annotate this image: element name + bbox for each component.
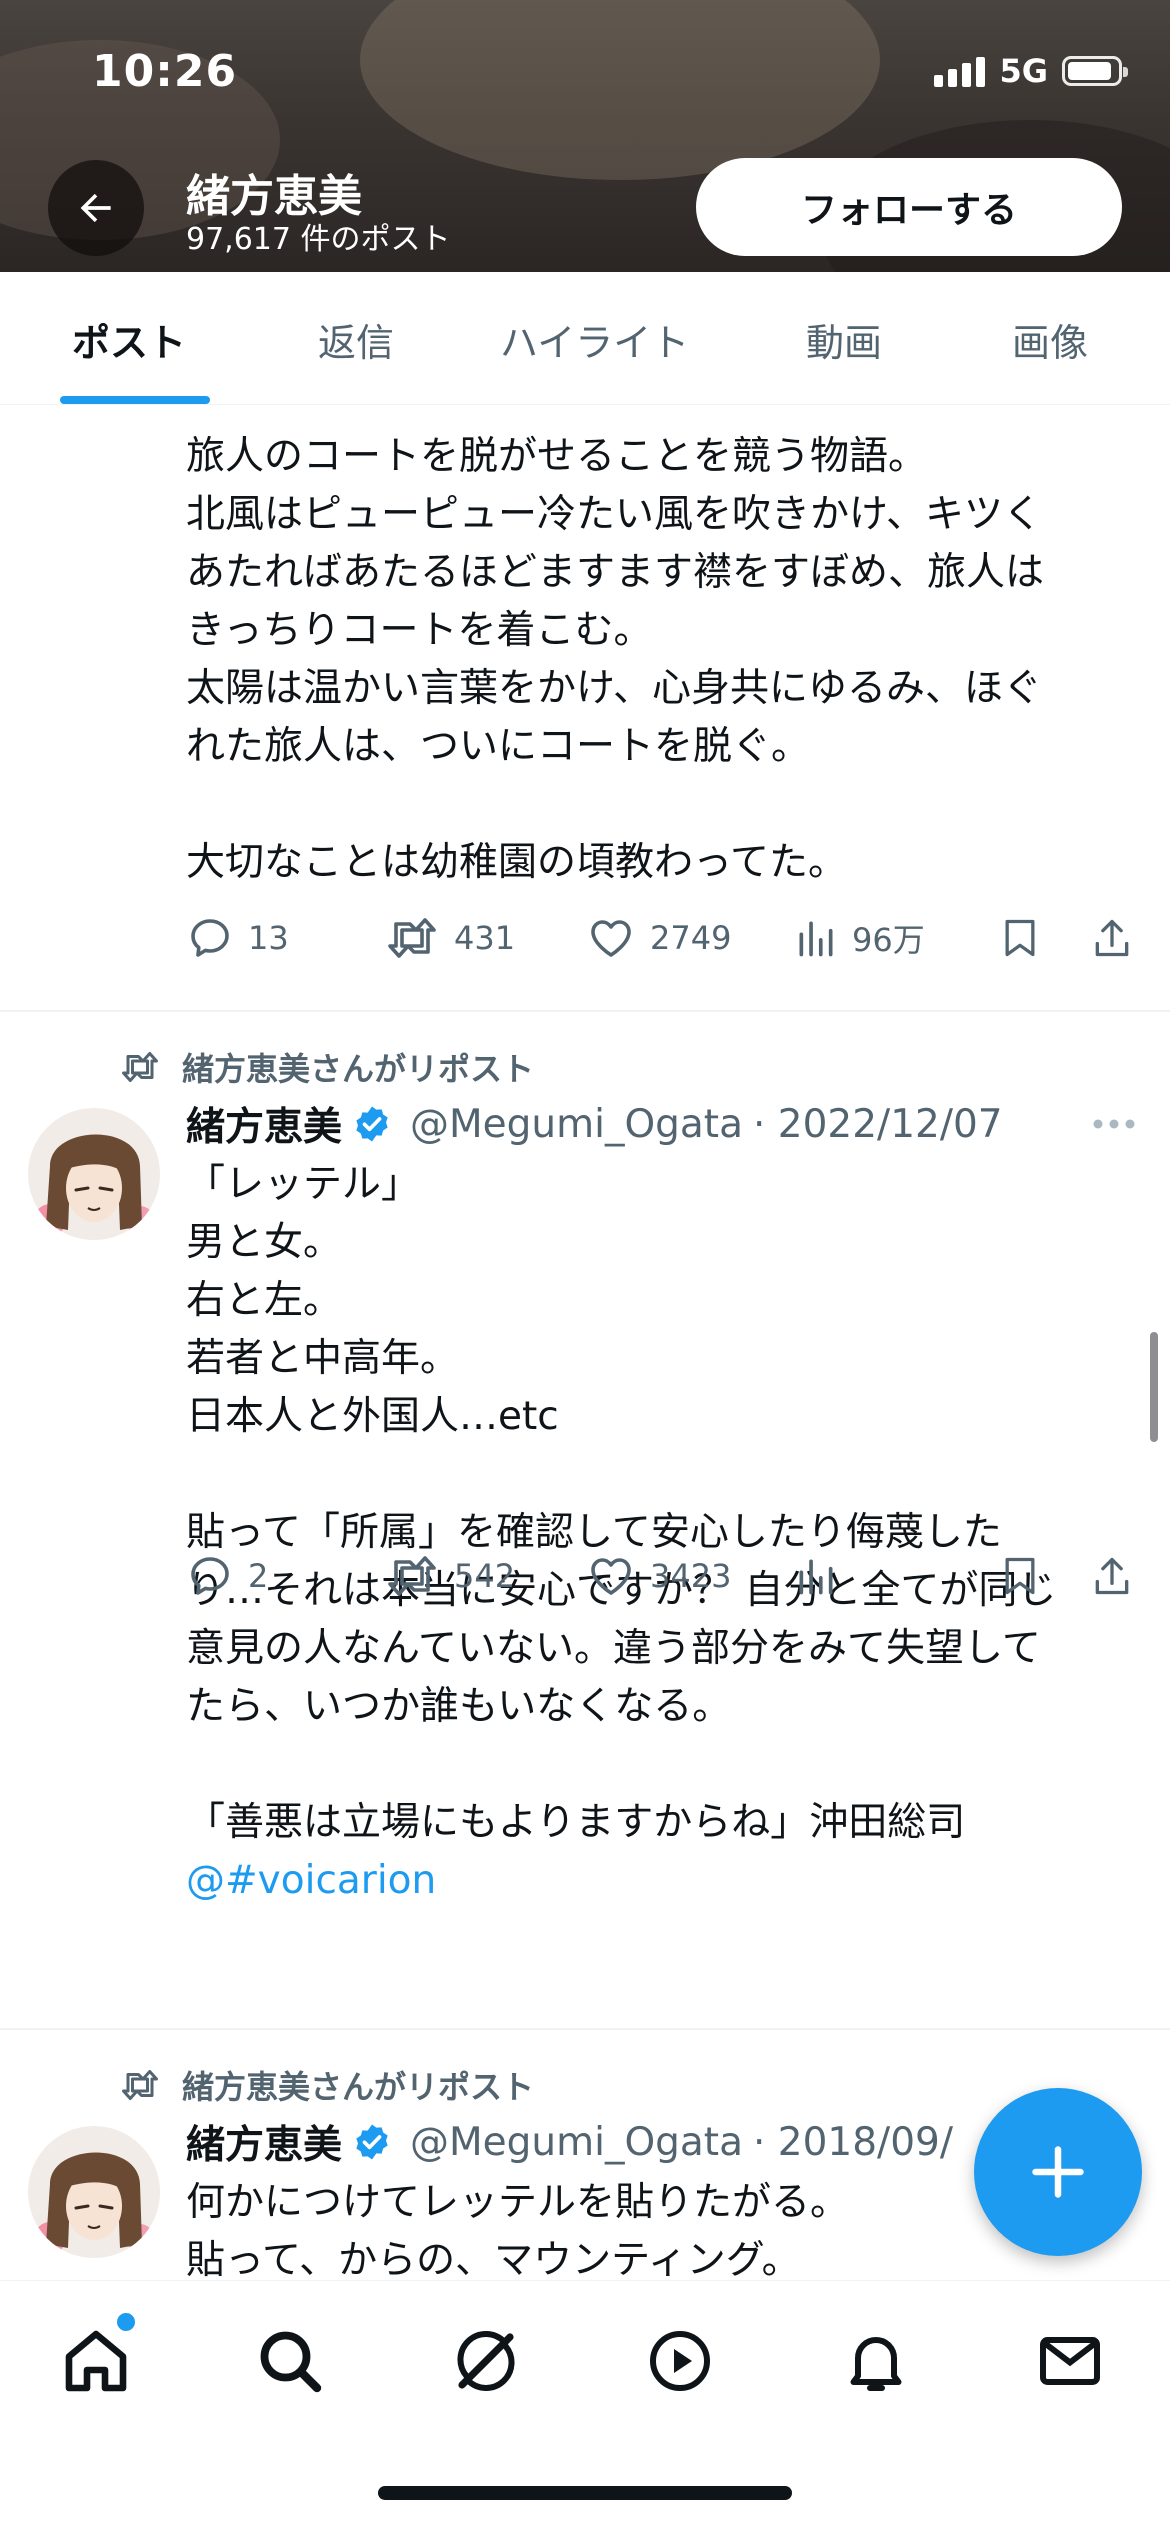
share-icon <box>1095 1557 1129 1595</box>
repost-button[interactable]: 431 <box>384 914 515 962</box>
views-count: 96万 <box>852 921 925 959</box>
share-icon <box>1095 919 1129 957</box>
repost-icon <box>388 918 436 958</box>
nav-messages[interactable] <box>1030 2321 1110 2401</box>
repost-count: 431 <box>454 919 516 957</box>
follow-button[interactable]: フォローする <box>696 158 1122 256</box>
hashtag-link[interactable]: #voicarion <box>225 1858 436 1903</box>
active-tab-indicator <box>60 396 210 404</box>
tweet-actions: 2 542 3423 <box>186 1552 1129 1612</box>
verified-badge-icon <box>356 1106 388 1142</box>
bar-chart-icon <box>799 921 833 957</box>
tweet-text: 「レッテル」 男と女。 右と左。 若者と中高年。 日本人と外国人…etc 貼って… <box>186 1156 1126 1910</box>
nav-video[interactable] <box>640 2321 720 2401</box>
tab-replies[interactable]: 返信 <box>318 312 394 367</box>
signal-icon <box>934 55 986 87</box>
share-button[interactable] <box>1090 1552 1134 1600</box>
arrow-left-icon <box>80 193 111 223</box>
repost-icon <box>122 2070 158 2100</box>
profile-tabs: ポスト 返信 ハイライト 動画 画像 <box>0 272 1170 405</box>
nav-grok[interactable] <box>446 2321 526 2401</box>
tweet-author-line: 緒方恵美 @Megumi_Ogata · 2022/12/07 <box>186 1096 1003 1152</box>
reply-count: 13 <box>248 919 289 957</box>
speech-bubble-icon <box>191 919 229 957</box>
author-name[interactable]: 緒方恵美 <box>186 1096 342 1152</box>
repost-indicator: 緒方恵美さんがリポスト <box>118 2062 534 2108</box>
avatar[interactable] <box>28 1108 160 1240</box>
more-options-button[interactable] <box>1090 1114 1138 1138</box>
mention-prefix[interactable]: @ <box>186 1858 225 1903</box>
author-handle[interactable]: @Megumi_Ogata <box>410 2120 743 2165</box>
repost-icon <box>122 1052 158 1082</box>
like-count: 3423 <box>650 1557 732 1595</box>
network-type: 5G <box>999 52 1048 90</box>
views-button[interactable] <box>794 1552 838 1600</box>
grok-icon <box>457 2331 515 2391</box>
tweet-actions: 13 431 2749 96万 <box>186 914 1129 974</box>
avatar[interactable] <box>28 2126 160 2258</box>
scrollbar[interactable] <box>1150 1332 1158 1442</box>
search-icon <box>260 2331 322 2393</box>
bookmark-button[interactable] <box>998 1552 1042 1600</box>
repost-indicator: 緒方恵美さんがリポスト <box>118 1044 534 1090</box>
like-button[interactable]: 2749 <box>586 914 731 962</box>
tweet-date[interactable]: · 2022/12/07 <box>753 1102 1003 1147</box>
share-button[interactable] <box>1090 914 1134 962</box>
like-count: 2749 <box>650 919 732 957</box>
status-indicators: 5G <box>934 52 1128 90</box>
tweet-date[interactable]: · 2018/09/ <box>753 2120 953 2165</box>
home-indicator[interactable] <box>378 2486 792 2500</box>
profile-header: 10:26 5G 緒方恵美 97,617 件のポスト フォローする <box>0 0 1170 272</box>
bookmark-icon <box>1005 919 1035 957</box>
heart-icon <box>591 1558 631 1595</box>
home-unread-dot <box>114 2310 138 2334</box>
mail-icon <box>1040 2337 1100 2385</box>
author-name[interactable]: 緒方恵美 <box>186 2114 342 2170</box>
timeline[interactable]: 旅人のコートを脱がせることを競う物語。 北風はピューピュー冷たい風を吹きかけ、キ… <box>0 404 1170 2280</box>
tab-images[interactable]: 画像 <box>1012 312 1088 367</box>
bell-icon <box>850 2337 902 2391</box>
home-icon <box>65 2330 127 2392</box>
reply-button[interactable]: 13 <box>186 914 289 962</box>
like-button[interactable]: 3423 <box>586 1552 731 1600</box>
post-count: 97,617 件のポスト <box>186 222 451 257</box>
tweet-author-line: 緒方恵美 @Megumi_Ogata · 2018/09/ <box>186 2114 953 2170</box>
tab-posts[interactable]: ポスト <box>72 312 186 367</box>
nav-search[interactable] <box>250 2321 330 2401</box>
repost-icon <box>388 1556 436 1596</box>
heart-icon <box>591 920 631 957</box>
battery-icon <box>1062 56 1128 86</box>
bookmark-icon <box>1005 1557 1035 1595</box>
views-button[interactable]: 96万 <box>794 914 925 962</box>
back-button[interactable] <box>48 160 144 256</box>
speech-bubble-icon <box>191 1557 229 1595</box>
author-handle[interactable]: @Megumi_Ogata <box>410 1102 743 1147</box>
tweet-text: 旅人のコートを脱がせることを競う物語。 北風はピューピュー冷たい風を吹きかけ、キ… <box>186 434 1045 885</box>
tweet-divider <box>0 1010 1170 1012</box>
reply-button[interactable]: 2 <box>186 1552 268 1600</box>
play-circle-icon <box>650 2331 710 2391</box>
repost-label: 緒方恵美さんがリポスト <box>182 1050 535 1088</box>
repost-button[interactable]: 542 <box>384 1552 515 1600</box>
avatar-illustration <box>28 2126 160 2258</box>
nav-notifications[interactable] <box>836 2321 916 2401</box>
tab-videos[interactable]: 動画 <box>806 312 882 367</box>
more-dots-icon <box>1093 1119 1135 1129</box>
status-time: 10:26 <box>92 46 238 97</box>
compose-post-button[interactable] <box>974 2088 1142 2256</box>
avatar-illustration <box>28 1108 160 1240</box>
header-banner-bg <box>360 0 880 180</box>
reply-count: 2 <box>248 1557 269 1595</box>
repost-count: 542 <box>454 1557 516 1595</box>
repost-label: 緒方恵美さんがリポスト <box>182 2068 535 2106</box>
bookmark-button[interactable] <box>998 914 1042 962</box>
verified-badge-icon <box>356 2124 388 2160</box>
plus-icon <box>1032 2146 1084 2198</box>
tweet-divider <box>0 2028 1170 2030</box>
bar-chart-icon <box>799 1559 833 1595</box>
tweet-body: 「レッテル」 男と女。 右と左。 若者と中高年。 日本人と外国人…etc 貼って… <box>186 1162 1057 1845</box>
tab-highlights[interactable]: ハイライト <box>500 312 689 367</box>
